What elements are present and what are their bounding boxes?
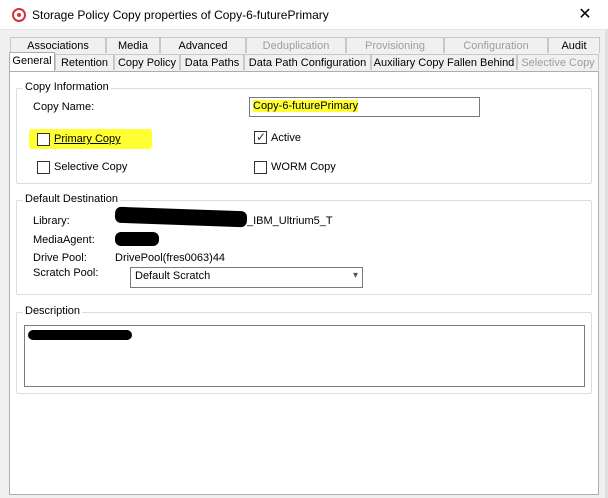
tab-label: Selective Copy: [521, 57, 595, 69]
window-title: Storage Policy Copy properties of Copy-6…: [32, 8, 329, 22]
tab-label: Provisioning: [365, 40, 425, 52]
active-checkbox[interactable]: ✓: [254, 130, 267, 144]
tab-auxiliary-copy-fallen-behind[interactable]: Auxiliary Copy Fallen Behind: [371, 54, 517, 70]
description-textarea[interactable]: [24, 325, 585, 387]
tab-label: Advanced: [178, 40, 228, 52]
redaction-mark: [115, 232, 159, 246]
tab-media[interactable]: Media: [106, 37, 160, 53]
tab-label: Media: [118, 40, 148, 52]
tab-data-path-configuration[interactable]: Data Path Configuration: [244, 54, 371, 70]
redaction-mark: [114, 206, 248, 228]
group-title: Copy Information: [23, 81, 111, 93]
description-group: Description: [16, 305, 592, 394]
app-logo-icon: [12, 8, 26, 22]
scratch-pool-dropdown[interactable]: Default Scratch ▾: [130, 267, 363, 288]
tab-advanced[interactable]: Advanced: [160, 37, 246, 53]
worm-copy-checkbox[interactable]: [254, 161, 267, 174]
tab-audit[interactable]: Audit: [548, 37, 600, 53]
group-title: Default Destination: [23, 193, 120, 205]
tab-label: Data Path Configuration: [248, 57, 367, 69]
copy-name-field[interactable]: Copy-6-futurePrimary: [249, 97, 480, 117]
tab-copy-policy[interactable]: Copy Policy: [114, 54, 180, 70]
tab-label: Data Paths: [184, 57, 240, 69]
drive-pool-label: Drive Pool:: [33, 252, 87, 264]
group-title: Description: [23, 305, 83, 317]
tab-configuration: Configuration: [444, 37, 548, 53]
library-label: Library:: [33, 215, 70, 227]
tab-deduplication: Deduplication: [246, 37, 346, 53]
tab-retention[interactable]: Retention: [55, 54, 114, 70]
scratch-pool-value: Default Scratch: [135, 270, 211, 282]
tab-selective-copy: Selective Copy: [517, 54, 599, 70]
primary-copy-checkbox[interactable]: [37, 133, 50, 146]
tab-data-paths[interactable]: Data Paths: [180, 54, 244, 70]
default-destination-group: Default Destination Library: _IBM_Ultriu…: [16, 193, 592, 295]
tab-label: Copy Policy: [117, 57, 177, 69]
selective-copy-label: Selective Copy: [54, 161, 128, 173]
tab-label: Auxiliary Copy Fallen Behind: [373, 57, 515, 69]
tab-label: Configuration: [463, 40, 529, 52]
checkmark-icon: ✓: [256, 130, 267, 144]
tab-label: General: [12, 55, 52, 67]
tab-label: Deduplication: [262, 40, 330, 52]
copy-information-group: Copy Information Copy Name: Copy-6-futur…: [16, 81, 592, 184]
general-tab-panel: Copy Information Copy Name: Copy-6-futur…: [9, 71, 599, 495]
close-button[interactable]: ✕: [562, 0, 608, 30]
copy-name-label: Copy Name:: [33, 101, 95, 113]
active-label: Active: [271, 132, 301, 144]
tab-associations[interactable]: Associations: [10, 37, 106, 53]
tab-label: Associations: [27, 40, 89, 52]
media-agent-label: MediaAgent:: [33, 234, 95, 246]
primary-copy-label: Primary Copy: [54, 133, 121, 145]
tab-provisioning: Provisioning: [346, 37, 444, 53]
drive-pool-value: DrivePool(fres0063)44: [115, 252, 226, 264]
tab-label: Audit: [561, 40, 587, 52]
tab-label: Retention: [60, 57, 109, 69]
title-bar: Storage Policy Copy properties of Copy-6…: [0, 0, 608, 30]
library-value: _IBM_Ultrium5_T: [247, 215, 333, 227]
chevron-down-icon: ▾: [352, 270, 358, 281]
copy-name-value: Copy-6-futurePrimary: [253, 100, 359, 112]
tab-general[interactable]: General: [9, 52, 55, 71]
selective-copy-checkbox[interactable]: [37, 161, 50, 174]
scratch-pool-label: Scratch Pool:: [33, 267, 99, 279]
worm-copy-label: WORM Copy: [271, 161, 336, 173]
redaction-mark: [28, 330, 132, 340]
close-icon: ✕: [578, 6, 592, 23]
